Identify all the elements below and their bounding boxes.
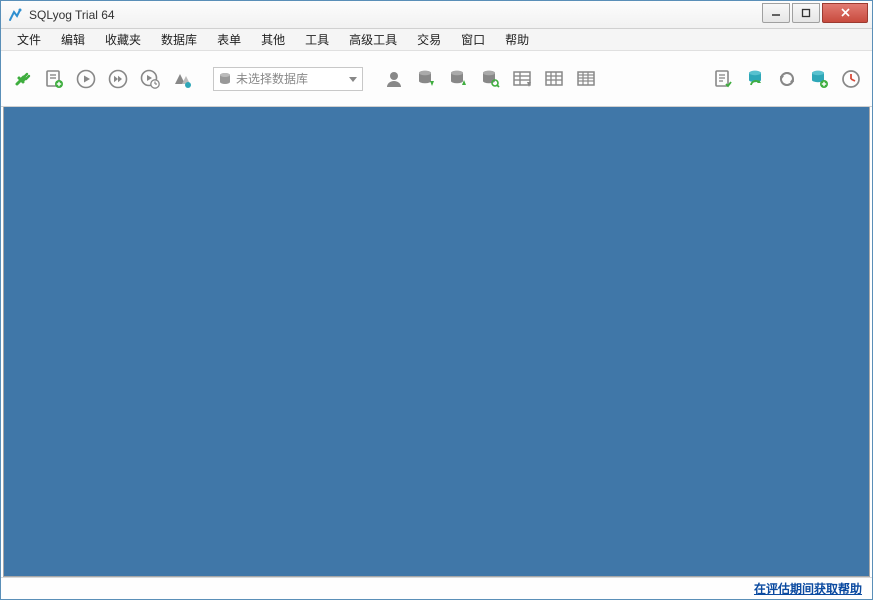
menu-file[interactable]: 文件	[7, 29, 51, 50]
database-down-icon	[415, 68, 437, 90]
menu-help[interactable]: 帮助	[495, 29, 539, 50]
menu-edit[interactable]: 编辑	[51, 29, 95, 50]
menu-favorites[interactable]: 收藏夹	[95, 29, 151, 50]
user-icon	[383, 68, 405, 90]
database-up-icon	[447, 68, 469, 90]
new-query-button[interactable]	[41, 66, 67, 92]
chevron-down-icon	[348, 74, 358, 84]
menu-transaction[interactable]: 交易	[407, 29, 451, 50]
table-button-3[interactable]	[573, 66, 599, 92]
refresh-icon	[776, 68, 798, 90]
document-plus-icon	[43, 68, 65, 90]
table-compact-icon	[575, 68, 597, 90]
database-search-icon	[479, 68, 501, 90]
menu-window[interactable]: 窗口	[451, 29, 495, 50]
script-button[interactable]	[710, 66, 736, 92]
database-icon	[218, 72, 232, 86]
window-controls	[762, 3, 868, 23]
format-button[interactable]	[169, 66, 195, 92]
menu-database[interactable]: 数据库	[151, 29, 207, 50]
menubar: 文件 编辑 收藏夹 数据库 表单 其他 工具 高级工具 交易 窗口 帮助	[1, 29, 872, 51]
user-button[interactable]	[381, 66, 407, 92]
refresh-button[interactable]	[774, 66, 800, 92]
app-icon	[7, 7, 23, 23]
execute-button[interactable]	[73, 66, 99, 92]
clock-icon	[840, 68, 862, 90]
menu-form[interactable]: 表单	[207, 29, 251, 50]
app-window: SQLyog Trial 64 文件 编辑 收藏夹 数据库 表单 其他 工具 高…	[0, 0, 873, 600]
history-button[interactable]	[838, 66, 864, 92]
db-down-button[interactable]	[413, 66, 439, 92]
plug-icon	[11, 68, 33, 90]
database-selector[interactable]: 未选择数据库	[213, 67, 363, 91]
content-area	[3, 107, 870, 577]
close-button[interactable]	[822, 3, 868, 23]
window-title: SQLyog Trial 64	[29, 8, 115, 22]
database-sync-icon	[744, 68, 766, 90]
sync-db-button[interactable]	[742, 66, 768, 92]
table-button-2[interactable]	[541, 66, 567, 92]
database-selector-label: 未选择数据库	[236, 70, 344, 87]
database-add-icon	[808, 68, 830, 90]
statusbar: 在评估期间获取帮助	[1, 577, 872, 599]
menu-advanced-tools[interactable]: 高级工具	[339, 29, 407, 50]
table-icon	[511, 68, 533, 90]
menu-other[interactable]: 其他	[251, 29, 295, 50]
table-grid-icon	[543, 68, 565, 90]
play-clock-icon	[139, 68, 161, 90]
format-triangles-icon	[171, 68, 193, 90]
connect-button[interactable]	[9, 66, 35, 92]
db-add-button[interactable]	[806, 66, 832, 92]
schedule-execute-button[interactable]	[137, 66, 163, 92]
fast-forward-circle-icon	[107, 68, 129, 90]
play-circle-icon	[75, 68, 97, 90]
toolbar: 未选择数据库	[1, 51, 872, 107]
db-up-button[interactable]	[445, 66, 471, 92]
minimize-button[interactable]	[762, 3, 790, 23]
execute-all-button[interactable]	[105, 66, 131, 92]
db-search-button[interactable]	[477, 66, 503, 92]
menu-tools[interactable]: 工具	[295, 29, 339, 50]
trial-help-link[interactable]: 在评估期间获取帮助	[754, 580, 862, 597]
titlebar: SQLyog Trial 64	[1, 1, 872, 29]
table-button-1[interactable]	[509, 66, 535, 92]
document-check-icon	[712, 68, 734, 90]
maximize-button[interactable]	[792, 3, 820, 23]
